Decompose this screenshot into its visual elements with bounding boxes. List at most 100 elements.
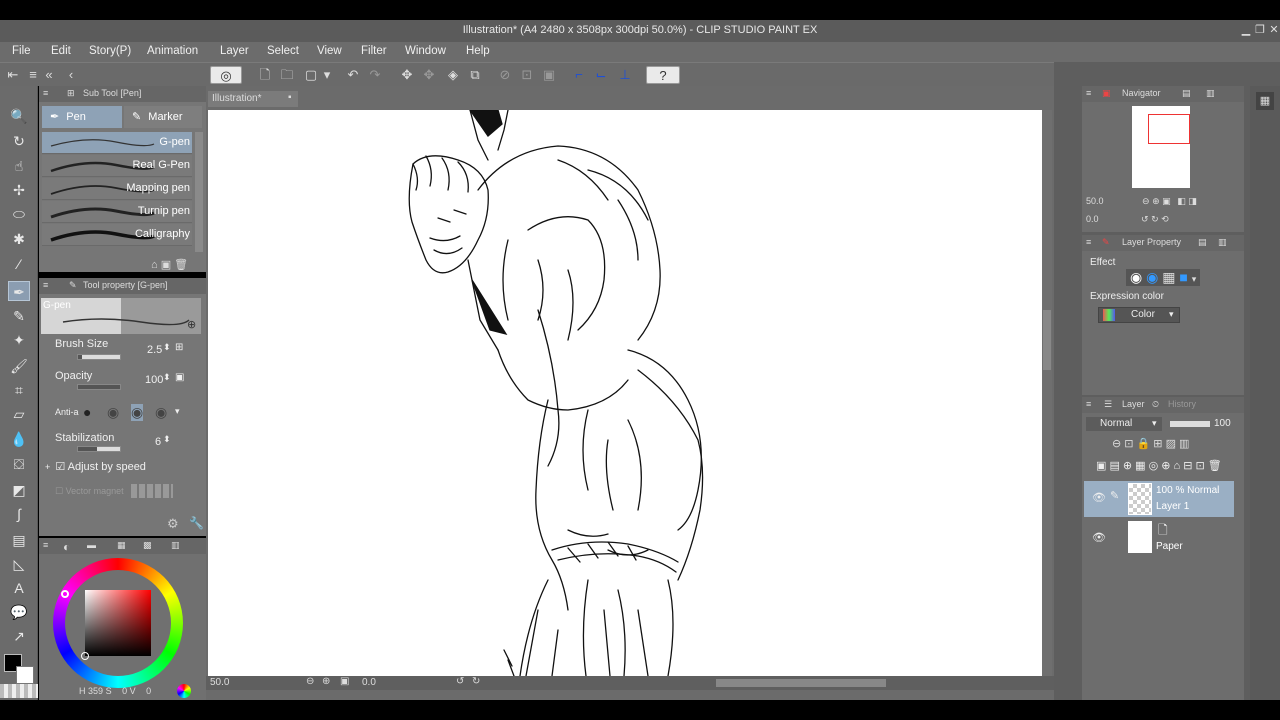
panel-menu-icon[interactable]: ≡ (1086, 399, 1091, 409)
brush-item[interactable]: Mapping pen (42, 178, 192, 200)
layer-color-icon[interactable]: ■ (1179, 269, 1187, 285)
layer-row-layer1[interactable]: 👁 ✎ 100 % Normal Layer 1 (1084, 481, 1234, 517)
selection-tool-icon[interactable]: ⬭ (8, 204, 30, 224)
panel-menu-icon[interactable]: ≡ (43, 280, 48, 290)
brush-tool-icon[interactable]: 🖌 (8, 356, 30, 376)
item-bank-tab-icon[interactable]: ▥ (1206, 88, 1215, 99)
zoom-readout[interactable]: 50.0 (210, 677, 229, 688)
flip-horizontal-icon[interactable]: ◧ (1177, 196, 1186, 206)
rotate-tool-icon[interactable]: ↻ (8, 131, 30, 151)
invert-selection-icon[interactable]: ⊡ (518, 66, 536, 84)
animation-tab-icon[interactable]: ▥ (1218, 237, 1227, 248)
stepper-icon[interactable]: ⬍ (163, 342, 171, 353)
magnify-icon[interactable]: ⊕ (187, 318, 196, 331)
antialias-weak-icon[interactable]: ◉ (107, 404, 119, 421)
subtool-footer-icons[interactable]: ⌂ ▣ 🗑 (151, 258, 188, 271)
history-tab-label[interactable]: History (1168, 399, 1196, 409)
navigator-zoom-readout[interactable]: 50.0 (1086, 196, 1104, 206)
chevron-left-icon[interactable]: ‹ (62, 66, 80, 84)
blend-mode-select[interactable]: Normal ▾ (1086, 417, 1162, 431)
saturation-value-square[interactable] (85, 590, 151, 656)
close-icon[interactable]: ✕ (1268, 24, 1280, 36)
double-chevron-left-icon[interactable]: « (40, 66, 58, 84)
correct-line-tool-icon[interactable]: ↗ (8, 626, 30, 646)
sv-marker[interactable] (81, 652, 89, 660)
layer-opacity-slider[interactable] (1170, 421, 1210, 427)
tool-settings-icon[interactable]: 🔧 (189, 516, 204, 530)
drawing-canvas[interactable] (208, 110, 1042, 676)
ruler-tool-icon[interactable]: ◺ (8, 554, 30, 574)
eraser-tool-icon[interactable]: ▱ (8, 404, 30, 424)
zoom-tool-icon[interactable]: 🔍 (8, 106, 30, 126)
border-effect-icon[interactable]: ◉ (1130, 269, 1142, 285)
angle-readout[interactable]: 0.0 (362, 677, 376, 688)
tab-marker[interactable]: ✎ Marker (124, 106, 202, 128)
fit-icon[interactable]: ▣ (340, 676, 349, 687)
close-tab-icon[interactable]: ▪ (288, 92, 292, 103)
panel-menu-icon[interactable]: ≡ (43, 88, 48, 98)
layer-action-icons[interactable]: ▣ ▤ ⊕ ▦ ◎ ⊕ ⌂ ⊟ ⊡ 🗑 (1096, 459, 1222, 472)
pen-layer-icon[interactable]: ✎ (1110, 489, 1119, 502)
menu-story[interactable]: Story(P) (89, 45, 131, 57)
snap-ruler-icon[interactable]: ⌐ (570, 66, 588, 84)
stepper-icon[interactable]: ⬍ (163, 434, 171, 445)
menu-help[interactable]: Help (466, 45, 490, 57)
sub-color-swatch[interactable] (16, 666, 34, 684)
airbrush-tool-icon[interactable]: ✦ (8, 330, 30, 350)
save-dropdown-icon[interactable]: ▾ (318, 66, 336, 84)
opacity-slider[interactable] (77, 384, 121, 390)
figure-tool-icon[interactable]: ∫ (8, 504, 30, 524)
canvas-tab[interactable]: Illustration* ▪ (208, 91, 298, 107)
blend-tool-icon[interactable]: 💧 (8, 429, 30, 449)
menu-select[interactable]: Select (267, 45, 299, 57)
minimize-icon[interactable]: ▁ (1240, 24, 1252, 36)
menu-window[interactable]: Window (405, 45, 446, 57)
canvas-vertical-scrollbar[interactable] (1042, 110, 1052, 676)
pencil-tool-icon[interactable]: ✎ (8, 306, 30, 326)
undo-icon[interactable]: ↶ (344, 66, 362, 84)
frame-tool-icon[interactable]: ▤ (8, 530, 30, 550)
hue-marker[interactable] (61, 590, 69, 598)
chevron-down-icon[interactable]: ▾ (1192, 274, 1197, 284)
brush-item[interactable]: Turnip pen (42, 201, 192, 223)
antialias-strong-icon[interactable]: ◉ (155, 404, 167, 421)
extract-line-icon[interactable]: ◉ (1146, 269, 1158, 285)
selection-icon[interactable]: ▣ (540, 66, 558, 84)
pressure-icon[interactable]: ▣ (175, 372, 184, 383)
subtool-scrollbar[interactable] (195, 132, 203, 252)
redo-icon[interactable]: ↷ (366, 66, 384, 84)
menu-file[interactable]: File (12, 45, 31, 57)
opacity-value[interactable]: 100 (145, 374, 163, 386)
brush-item[interactable]: G-pen (42, 132, 192, 154)
open-folder-icon[interactable]: 🗀 (278, 66, 296, 84)
decoration-tool-icon[interactable]: ⌗ (8, 380, 30, 400)
snap-grid-icon[interactable]: ⊥ (616, 66, 634, 84)
navigator-preview[interactable] (1132, 106, 1190, 188)
checkbox-icon[interactable]: ☐ (55, 486, 63, 496)
rotate-left-icon[interactable]: ↺ (1141, 214, 1149, 224)
color-history-strip[interactable] (0, 684, 38, 698)
tab-pen[interactable]: ✒ Pen (42, 106, 122, 128)
pen-tool-icon[interactable]: ✒ (8, 281, 30, 301)
navigator-view-frame[interactable] (1148, 114, 1190, 144)
intermediate-color-tab-icon[interactable]: ▩ (143, 540, 152, 551)
sub-view-tab-icon[interactable]: ▤ (1182, 88, 1191, 99)
menu-animation[interactable]: Animation (147, 45, 198, 57)
antialias-medium-icon[interactable]: ◉ (131, 404, 144, 421)
search-layer-tab-icon[interactable]: ▤ (1198, 237, 1207, 248)
settings-icon[interactable]: ⚙ (167, 516, 179, 532)
tone-icon[interactable]: ▦ (1162, 269, 1175, 285)
fill-icon[interactable]: ◈ (444, 66, 462, 84)
brush-item[interactable]: Calligraphy (42, 224, 192, 246)
clip-studio-icon[interactable]: ◎ (210, 66, 242, 84)
color-wheel-mode-icon[interactable] (177, 684, 191, 698)
hue-ring[interactable] (53, 558, 183, 688)
rotate-right-icon[interactable]: ↻ (1151, 214, 1159, 224)
navigator-angle-readout[interactable]: 0.0 (1086, 214, 1099, 224)
stabilization-slider[interactable] (77, 446, 121, 452)
eye-icon[interactable]: 👁 (1092, 491, 1106, 504)
reset-rotation-icon[interactable]: ⟲ (1161, 214, 1169, 224)
brush-size-value[interactable]: 2.5 (147, 344, 162, 356)
menu-layer[interactable]: Layer (220, 45, 249, 57)
approximate-color-tab-icon[interactable]: ▥ (171, 540, 180, 551)
